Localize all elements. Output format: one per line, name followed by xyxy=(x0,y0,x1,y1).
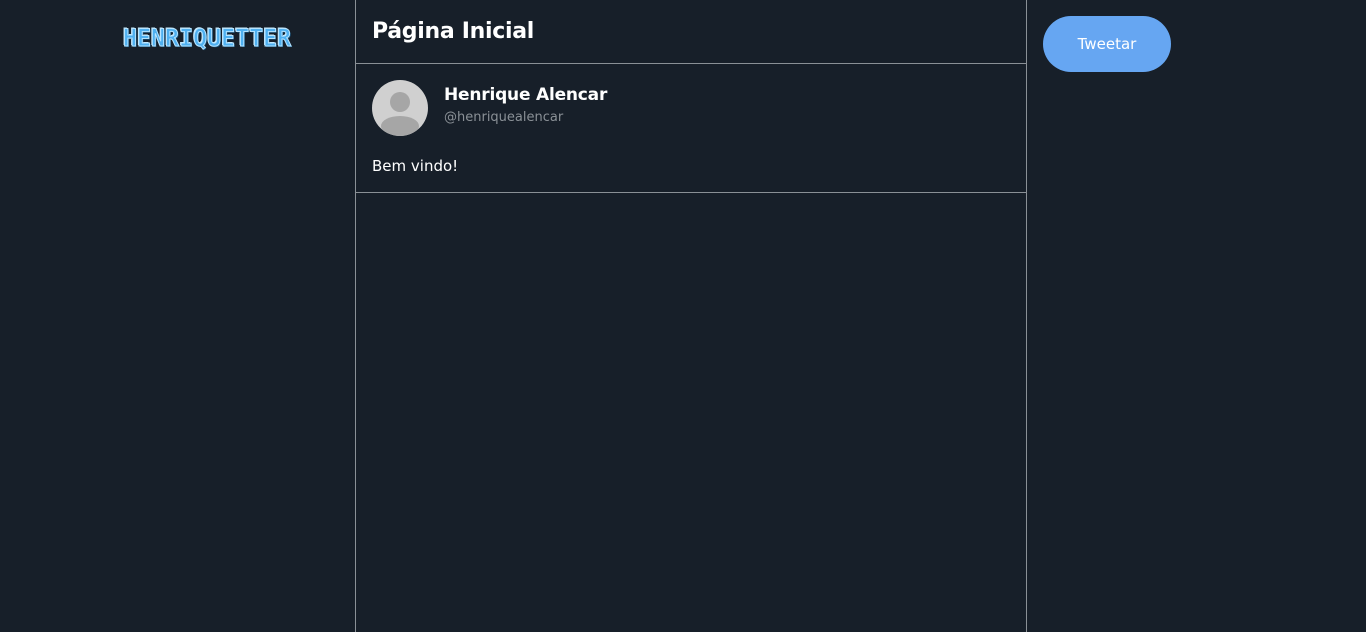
brand-logo[interactable]: HENRIQUETTER xyxy=(123,22,292,54)
app-root: HENRIQUETTER Página Inicial Henrique Ale… xyxy=(0,0,1366,632)
tweet-body-text: Bem vindo! xyxy=(372,157,459,175)
main-feed-column: Página Inicial Henrique Alencar @henriqu… xyxy=(355,0,1027,632)
page-header: Página Inicial xyxy=(356,0,1026,64)
author-display-name[interactable]: Henrique Alencar xyxy=(444,84,607,106)
tweet-button[interactable]: Tweetar xyxy=(1043,16,1171,72)
tweet-header: Henrique Alencar @henriquealencar xyxy=(372,80,1010,136)
page-title: Página Inicial xyxy=(372,19,534,44)
default-user-icon[interactable] xyxy=(372,80,428,136)
tweet-card[interactable]: Henrique Alencar @henriquealencar Bem vi… xyxy=(356,64,1026,193)
avatar-silhouette xyxy=(381,92,419,136)
left-sidebar: HENRIQUETTER xyxy=(0,0,355,632)
author-handle[interactable]: @henriquealencar xyxy=(444,110,607,126)
tweet-author-block: Henrique Alencar @henriquealencar xyxy=(444,80,607,126)
right-sidebar: Tweetar xyxy=(1026,0,1366,632)
